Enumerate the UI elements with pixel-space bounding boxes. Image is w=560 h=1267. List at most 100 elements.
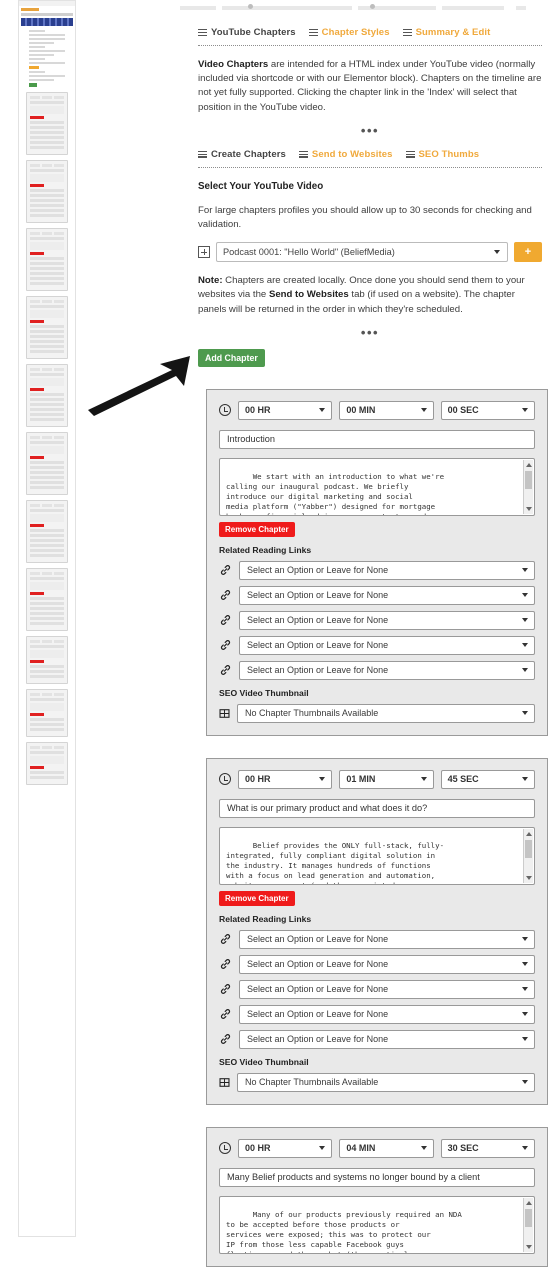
chapter-panel: 00 HR 04 MIN 30 SEC Many Belief products… xyxy=(206,1126,548,1267)
scroll-up-icon[interactable] xyxy=(526,1200,532,1205)
chapter-title-input[interactable]: What is our primary product and what doe… xyxy=(219,798,535,818)
hamburger-icon xyxy=(402,29,412,36)
annotation-arrow xyxy=(88,356,190,416)
related-link-select[interactable]: Select an Option or Leave for None xyxy=(239,660,535,680)
nav-item-summary-edit[interactable]: Summary & Edit xyxy=(402,27,491,38)
link-select-value: Select an Option or Leave for None xyxy=(247,959,389,970)
chapter-title-value: Many Belief products and systems no long… xyxy=(227,1172,480,1183)
chapter-seconds-select[interactable]: 00 SEC xyxy=(440,400,535,420)
chapter-time-row: 00 HR 01 MIN 45 SEC xyxy=(219,769,535,789)
scrollbar-thumb[interactable] xyxy=(525,470,532,489)
chevron-down-icon xyxy=(522,1080,528,1085)
link-select-value: Select an Option or Leave for None xyxy=(247,565,389,576)
select-video-description: For large chapters profiles you should a… xyxy=(198,204,532,231)
scroll-up-icon[interactable] xyxy=(526,462,532,467)
related-link-row: Select an Option or Leave for None xyxy=(219,610,535,630)
scroll-down-icon[interactable] xyxy=(526,506,532,511)
scrollbar-thumb[interactable] xyxy=(525,1208,532,1227)
intro-lead: Video Chapters xyxy=(198,59,269,70)
related-link-select[interactable]: Select an Option or Leave for None xyxy=(239,560,535,580)
chevron-down-icon xyxy=(522,618,528,623)
chapter-hours-select[interactable]: 00 HR xyxy=(238,769,333,789)
chapter-hours-select[interactable]: 00 HR xyxy=(238,1138,333,1158)
scroll-down-icon[interactable] xyxy=(526,1244,532,1249)
minutes-value: 00 MIN xyxy=(346,405,376,416)
chapter-minutes-select[interactable]: 04 MIN xyxy=(339,1138,434,1158)
minimap-chapter-card xyxy=(26,500,68,563)
add-video-button[interactable]: + xyxy=(514,242,542,263)
thumbnail-select[interactable]: No Chapter Thumbnails Available xyxy=(237,1072,535,1092)
minimap-text-block xyxy=(19,28,75,87)
thumbnail-select[interactable]: No Chapter Thumbnails Available xyxy=(237,703,535,723)
nav-item-create-chapters[interactable]: Create Chapters xyxy=(198,149,286,160)
nav-label: Send to Websites xyxy=(311,148,393,160)
video-select[interactable]: Podcast 0001: "Hello World" (BeliefMedia… xyxy=(216,242,508,263)
thumbnail-select-value: No Chapter Thumbnails Available xyxy=(245,1077,379,1088)
chevron-down-icon xyxy=(521,408,528,413)
divider-dotted xyxy=(198,166,542,168)
image-icon xyxy=(219,1077,230,1087)
related-link-select[interactable]: Select an Option or Leave for None xyxy=(239,635,535,655)
nav-item-youtube-chapters[interactable]: YouTube Chapters xyxy=(198,27,296,38)
chapter-time-row: 00 HR 04 MIN 30 SEC xyxy=(219,1138,535,1158)
textarea-scrollbar[interactable] xyxy=(523,1197,533,1252)
seo-video-thumbnail-label: SEO Video Thumbnail xyxy=(219,1056,309,1067)
hours-value: 00 HR xyxy=(245,405,271,416)
seconds-value: 00 SEC xyxy=(447,405,479,416)
thumbnail-row: No Chapter Thumbnails Available xyxy=(219,1072,535,1092)
chapter-description-textarea[interactable]: We start with an introduction to what we… xyxy=(219,457,535,516)
nav-item-seo-thumbs[interactable]: SEO Thumbs xyxy=(405,149,480,160)
nav-item-chapter-styles[interactable]: Chapter Styles xyxy=(308,27,390,38)
scroll-up-icon[interactable] xyxy=(526,831,532,836)
minimap-chapter-card xyxy=(26,92,68,155)
scroll-down-icon[interactable] xyxy=(526,875,532,880)
hamburger-icon xyxy=(298,150,308,158)
related-reading-links-label: Related Reading Links xyxy=(219,544,312,555)
link-icon xyxy=(220,959,231,970)
minimap-chapter-card xyxy=(26,296,68,359)
chapter-description-textarea[interactable]: Many of our products previously required… xyxy=(219,1195,535,1254)
related-link-row: Select an Option or Leave for None xyxy=(219,585,535,605)
related-link-row: Select an Option or Leave for None xyxy=(219,1004,535,1024)
add-chapter-button[interactable]: Add Chapter xyxy=(198,348,265,367)
related-link-select[interactable]: Select an Option or Leave for None xyxy=(239,1004,535,1024)
link-select-value: Select an Option or Leave for None xyxy=(247,934,389,945)
related-reading-links-label: Related Reading Links xyxy=(219,913,312,924)
link-icon xyxy=(220,615,231,626)
divider-dotted xyxy=(198,45,542,46)
image-icon xyxy=(219,708,230,718)
minimap-nav-bar xyxy=(21,18,73,26)
minimap-subline xyxy=(21,13,73,16)
textarea-scrollbar[interactable] xyxy=(523,828,533,883)
chevron-down-icon xyxy=(420,408,427,413)
chevron-down-icon xyxy=(522,1012,528,1017)
related-link-select[interactable]: Select an Option or Leave for None xyxy=(239,585,535,605)
related-link-select[interactable]: Select an Option or Leave for None xyxy=(239,610,535,630)
chapter-minutes-select[interactable]: 01 MIN xyxy=(339,769,434,789)
expand-box-icon[interactable] xyxy=(198,246,210,259)
thumbnail-select-value: No Chapter Thumbnails Available xyxy=(245,708,379,719)
note-bold-b: Send to Websites xyxy=(268,289,349,301)
chevron-down-icon xyxy=(521,777,528,782)
minimap-chapter-card xyxy=(26,160,68,223)
chapter-minutes-select[interactable]: 00 MIN xyxy=(339,400,434,420)
link-select-value: Select an Option or Leave for None xyxy=(247,665,389,676)
related-link-select[interactable]: Select an Option or Leave for None xyxy=(239,954,535,974)
chapter-seconds-select[interactable]: 30 SEC xyxy=(440,1138,535,1158)
remove-chapter-button[interactable]: Remove Chapter xyxy=(219,521,295,537)
textarea-scrollbar[interactable] xyxy=(523,459,533,514)
remove-chapter-button[interactable]: Remove Chapter xyxy=(219,890,295,906)
chapter-title-input[interactable]: Many Belief products and systems no long… xyxy=(219,1167,535,1187)
related-link-select[interactable]: Select an Option or Leave for None xyxy=(239,929,535,949)
scrollbar-thumb[interactable] xyxy=(525,839,532,858)
related-link-select[interactable]: Select an Option or Leave for None xyxy=(239,979,535,999)
chapter-title-input[interactable]: Introduction xyxy=(219,429,535,449)
chevron-down-icon xyxy=(494,250,500,255)
related-link-select[interactable]: Select an Option or Leave for None xyxy=(239,1029,535,1049)
page-thumbnail-minimap[interactable] xyxy=(18,0,76,1237)
chapter-description-textarea[interactable]: Belief provides the ONLY full-stack, ful… xyxy=(219,826,535,885)
chapter-hours-select[interactable]: 00 HR xyxy=(238,400,333,420)
nav-item-send-to-websites[interactable]: Send to Websites xyxy=(298,148,393,160)
chapter-seconds-select[interactable]: 45 SEC xyxy=(440,769,535,789)
nav-label: Create Chapters xyxy=(211,148,286,160)
